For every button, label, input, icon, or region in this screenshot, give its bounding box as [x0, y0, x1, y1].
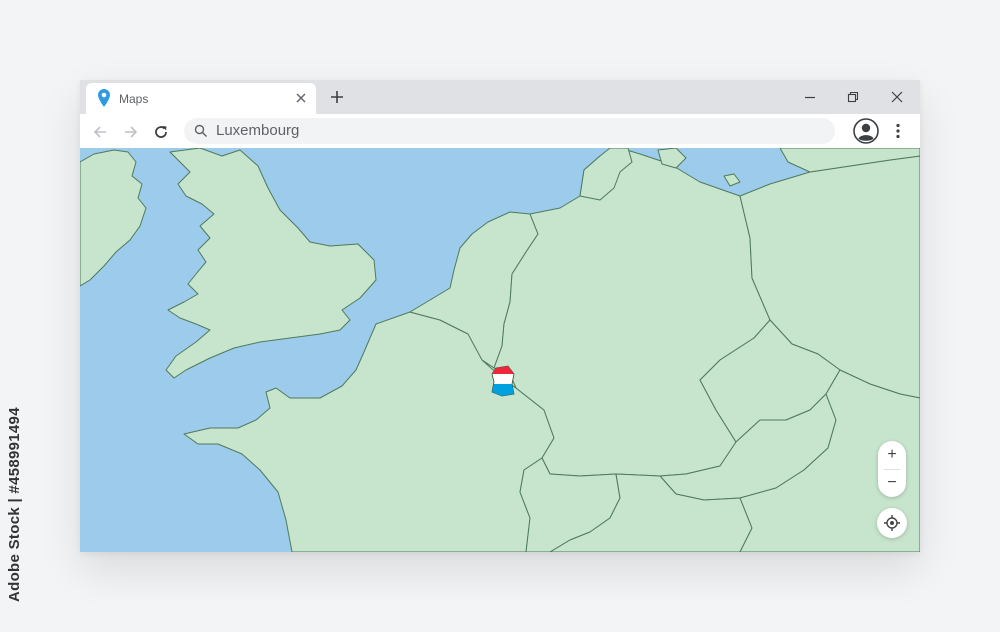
- account-icon[interactable]: [853, 118, 879, 144]
- minimize-icon[interactable]: [803, 90, 817, 104]
- stock-id-text: Adobe Stock | #458991494: [6, 407, 23, 602]
- window-close-icon[interactable]: [890, 90, 904, 104]
- address-bar[interactable]: Luxembourg: [184, 118, 835, 144]
- browser-window: Maps Luxembourg + −: [80, 80, 920, 552]
- restore-icon[interactable]: [846, 90, 860, 104]
- toolbar: Luxembourg: [80, 114, 920, 148]
- map-view[interactable]: + −: [80, 148, 920, 552]
- arrow-right-icon[interactable]: [123, 124, 139, 140]
- arrow-left-icon[interactable]: [92, 124, 108, 140]
- kebab-menu-icon[interactable]: [892, 123, 904, 139]
- luxembourg-flag-marker[interactable]: [491, 365, 515, 397]
- tab-title: Maps: [119, 92, 149, 106]
- new-tab-button[interactable]: [330, 90, 344, 104]
- tab-maps[interactable]: Maps: [86, 83, 316, 114]
- zoom-control: + −: [878, 441, 906, 497]
- search-icon: [194, 124, 208, 138]
- map-pin-icon: [98, 89, 110, 107]
- map-canvas: [80, 148, 920, 552]
- search-input[interactable]: Luxembourg: [216, 122, 299, 139]
- locate-button[interactable]: [877, 508, 907, 538]
- crosshair-icon: [884, 515, 900, 531]
- reload-icon[interactable]: [153, 124, 169, 140]
- zoom-out-button[interactable]: −: [878, 469, 906, 497]
- close-icon[interactable]: [294, 91, 308, 105]
- zoom-in-button[interactable]: +: [878, 441, 906, 469]
- tab-strip: Maps: [80, 80, 920, 114]
